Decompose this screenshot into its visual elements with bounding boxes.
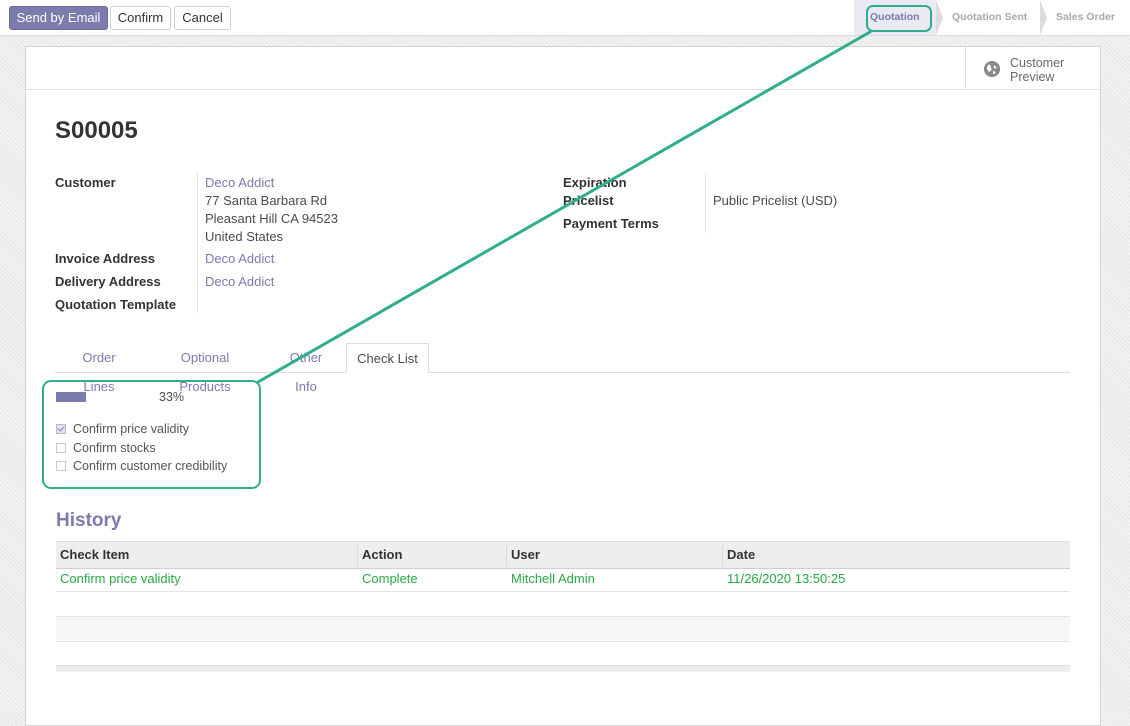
annotation-connector-line: [256, 30, 872, 384]
annotation-highlight-stage: [866, 5, 932, 32]
annotation-highlight-checklist: [42, 380, 261, 489]
